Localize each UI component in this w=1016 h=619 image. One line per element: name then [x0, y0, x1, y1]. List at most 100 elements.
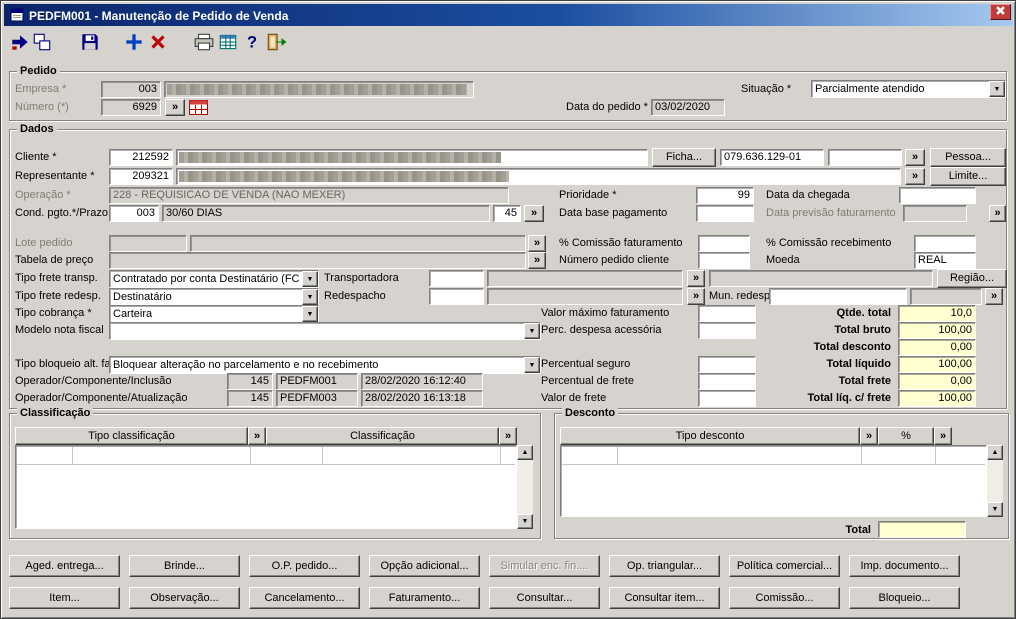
cliente-label: Cliente *	[15, 151, 57, 163]
representante-code-input[interactable]: 209321	[109, 168, 173, 185]
mun-redesp-input[interactable]	[769, 288, 907, 305]
op-pedido-button[interactable]: O.P. pedido...	[249, 555, 360, 577]
delete-button[interactable]	[147, 31, 169, 53]
cond-pgto-code-input[interactable]: 003	[109, 205, 159, 222]
data-chegada-input[interactable]	[899, 187, 976, 204]
comissao-button[interactable]: Comissão...	[729, 587, 840, 609]
regiao-button[interactable]: Região...	[937, 269, 1007, 288]
scroll-down-button[interactable]: ▼	[987, 502, 1003, 517]
redacted-text	[179, 152, 501, 163]
data-previsao-field	[903, 205, 967, 222]
add-button[interactable]	[123, 31, 145, 53]
tipo-classificacao-lookup-button[interactable]: »	[248, 427, 266, 445]
tabela-preco-lookup-button[interactable]: »	[528, 252, 546, 269]
prioridade-input[interactable]: 99	[696, 187, 754, 204]
data-pedido-label: Data do pedido *	[566, 101, 648, 113]
item-button[interactable]: Item...	[9, 587, 120, 609]
consultar-button[interactable]: Consultar...	[489, 587, 600, 609]
cliente-lookup-button[interactable]: »	[905, 149, 925, 166]
brinde-button[interactable]: Brinde...	[129, 555, 240, 577]
op-triangular-button[interactable]: Op. triangular...	[609, 555, 720, 577]
help-button[interactable]: ?	[241, 31, 263, 53]
observacao-button[interactable]: Observação...	[129, 587, 240, 609]
classificacao-scrollbar[interactable]: ▲ ▼	[517, 445, 533, 529]
imp-documento-button[interactable]: Imp. documento...	[849, 555, 960, 577]
scroll-up-button[interactable]: ▲	[987, 445, 1003, 460]
redacted-text	[167, 84, 467, 95]
numero-pedido-cliente-input[interactable]	[698, 252, 750, 269]
save-button[interactable]	[79, 31, 101, 53]
numero-lookup-button[interactable]: »	[165, 99, 185, 116]
cond-pgto-lookup-button[interactable]: »	[524, 205, 544, 222]
scroll-down-button[interactable]: ▼	[517, 514, 533, 529]
dropdown-arrow-icon[interactable]: ▼	[302, 289, 318, 305]
scroll-up-button[interactable]: ▲	[517, 445, 533, 460]
classificacao-grid[interactable]	[15, 445, 517, 529]
exit-icon	[267, 33, 287, 51]
modelo-nf-select[interactable]: ▼	[109, 322, 541, 340]
dropdown-arrow-icon[interactable]: ▼	[302, 271, 318, 287]
aged-entrega-button[interactable]: Aged. entrega...	[9, 555, 120, 577]
prazo-input[interactable]: 45	[493, 205, 521, 222]
tipo-bloqueio-select[interactable]: Bloquear alteração no parcelamento e no …	[109, 356, 541, 374]
copy-button[interactable]	[31, 31, 53, 53]
comissao-recebimento-input[interactable]	[914, 235, 976, 252]
tipo-cobranca-select[interactable]: Carteira ▼	[109, 305, 319, 323]
numero-pedido-cliente-label: Número pedido cliente	[559, 254, 670, 266]
goto-button[interactable]	[9, 31, 31, 53]
tipo-frete-transp-select[interactable]: Contratado por conta Destinatário (FC ▼	[109, 270, 319, 288]
delete-icon	[151, 35, 165, 49]
ficha-button[interactable]: Ficha...	[652, 148, 716, 167]
cliente-code-input[interactable]: 212592	[109, 149, 173, 166]
classificacao-lookup-button[interactable]: »	[499, 427, 517, 445]
bloqueio-button[interactable]: Bloqueio...	[849, 587, 960, 609]
tabela-preco-label: Tabela de preço	[15, 254, 94, 266]
tipo-frete-redesp-select[interactable]: Destinatário ▼	[109, 288, 319, 306]
politica-comercial-button[interactable]: Política comercial...	[729, 555, 840, 577]
redespacho-input[interactable]	[429, 288, 484, 305]
valor-frete-label: Valor de frete	[541, 392, 607, 404]
data-base-pagamento-input[interactable]	[696, 205, 754, 222]
classificacao-legend: Classificação	[17, 406, 94, 420]
close-button[interactable]	[990, 4, 1011, 20]
tipo-desconto-lookup-button[interactable]: »	[860, 427, 878, 445]
data-previsao-lookup-button[interactable]: »	[989, 205, 1006, 222]
help-icon: ?	[247, 34, 257, 52]
pessoa-button[interactable]: Pessoa...	[930, 148, 1006, 167]
tipo-classificacao-header[interactable]: Tipo classificação	[15, 427, 248, 445]
exit-button[interactable]	[265, 31, 287, 53]
calendar-icon[interactable]	[189, 100, 208, 115]
transportadora-input[interactable]	[429, 270, 484, 287]
representante-lookup-button[interactable]: »	[905, 168, 925, 185]
dropdown-arrow-icon[interactable]: ▼	[989, 81, 1005, 97]
opcao-adicional-button[interactable]: Opção adicional...	[369, 555, 480, 577]
transportadora-lookup-button[interactable]: »	[687, 270, 705, 287]
mun-redesp-lookup-button[interactable]: »	[985, 288, 1003, 305]
redespacho-lookup-button[interactable]: »	[687, 288, 705, 305]
redespacho-label: Redespacho	[324, 290, 386, 302]
limite-button[interactable]: Limite...	[930, 167, 1006, 186]
dropdown-arrow-icon[interactable]: ▼	[302, 306, 318, 322]
classificacao-header[interactable]: Classificação	[266, 427, 499, 445]
comissao-faturamento-input[interactable]	[698, 235, 750, 252]
cliente-extra-field[interactable]	[828, 149, 902, 166]
cancelamento-button[interactable]: Cancelamento...	[249, 587, 360, 609]
situacao-select[interactable]: Parcialmente atendido ▼	[811, 80, 1006, 98]
total-liquido-label: Total líquido	[826, 358, 891, 370]
desconto-grid[interactable]	[560, 445, 987, 517]
desconto-scrollbar[interactable]: ▲ ▼	[987, 445, 1003, 517]
atualizacao-operador-field: 145	[227, 390, 273, 407]
table-button[interactable]	[217, 31, 239, 53]
dropdown-arrow-icon[interactable]: ▼	[524, 357, 540, 373]
percentual-lookup-button[interactable]: »	[934, 427, 952, 445]
numero-field: 6929	[101, 99, 161, 116]
lote-lookup-button[interactable]: »	[528, 235, 546, 252]
faturamento-button[interactable]: Faturamento...	[369, 587, 480, 609]
table-icon	[219, 34, 237, 50]
consultar-item-button[interactable]: Consultar item...	[609, 587, 720, 609]
percentual-header[interactable]: %	[878, 427, 934, 445]
total-desconto-field: 0,00	[898, 339, 976, 356]
tipo-desconto-header[interactable]: Tipo desconto	[560, 427, 860, 445]
print-button[interactable]	[193, 31, 215, 53]
dropdown-arrow-icon[interactable]: ▼	[524, 323, 540, 339]
